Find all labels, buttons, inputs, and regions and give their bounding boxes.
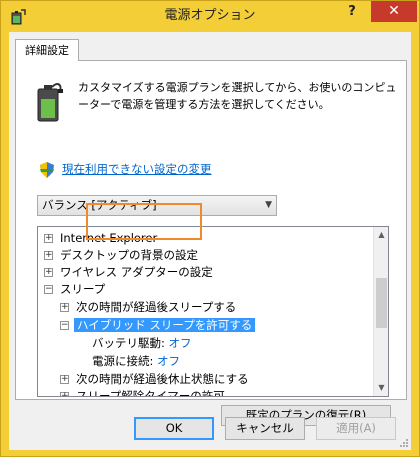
tree-item-sleep[interactable]: − スリープ — [44, 281, 105, 298]
expand-icon[interactable]: + — [44, 234, 53, 243]
scroll-thumb[interactable] — [376, 278, 387, 328]
annotation-highlight-box — [86, 203, 202, 240]
tree-item-plugged-in[interactable]: 電源に接続: オフ — [92, 353, 180, 370]
expand-icon[interactable]: + — [60, 392, 69, 396]
expand-icon[interactable]: + — [60, 375, 69, 384]
scroll-up-arrow-icon[interactable]: ▲ — [374, 227, 388, 243]
power-options-window: 電源オプション ? ✕ 詳細設定 カスタマイズする電源プランを選択してから、お使… — [0, 0, 420, 457]
chevron-down-icon: ▼ — [265, 200, 272, 210]
selected-tree-label: ハイブリッド スリープを許可する — [74, 318, 256, 332]
close-button[interactable]: ✕ — [371, 1, 417, 22]
description-text: カスタマイズする電源プランを選択してから、お使いのコンピューターで電源を管理する… — [78, 81, 397, 111]
tab-advanced-settings[interactable]: 詳細設定 — [15, 39, 79, 61]
dialog-client-area: 詳細設定 カスタマイズする電源プランを選択してから、お使いのコンピューターで電源… — [9, 32, 411, 450]
tree-item-sleep-after[interactable]: + 次の時間が経過後スリープする — [60, 299, 236, 316]
on-battery-value[interactable]: オフ — [169, 336, 192, 350]
title-bar[interactable]: 電源オプション ? ✕ — [1, 1, 419, 31]
tree-item-hybrid-sleep[interactable]: − ハイブリッド スリープを許可する — [60, 317, 256, 334]
tree-scrollbar[interactable]: ▲ ▼ — [373, 227, 388, 396]
apply-button[interactable]: 適用(A) — [316, 417, 396, 440]
tree-item-on-battery[interactable]: バッテリ駆動: オフ — [92, 335, 192, 352]
settings-tree[interactable]: + Internet Explorer + デスクトップの背景の設定 + ワイヤ… — [37, 226, 389, 397]
help-button[interactable]: ? — [337, 1, 367, 23]
tree-item-hibernate-after[interactable]: + 次の時間が経過後休止状態にする — [60, 371, 249, 388]
expand-icon[interactable]: + — [44, 268, 53, 277]
collapse-icon[interactable]: − — [60, 321, 69, 330]
expand-icon[interactable]: + — [60, 303, 69, 312]
cancel-button[interactable]: キャンセル — [225, 417, 305, 440]
tree-item-wake-timers[interactable]: + スリープ解除タイマーの許可 — [60, 388, 225, 396]
scroll-down-arrow-icon[interactable]: ▼ — [374, 380, 388, 396]
plugged-in-value[interactable]: オフ — [157, 354, 180, 368]
collapse-icon[interactable]: − — [44, 285, 53, 294]
tree-item-desktop-background[interactable]: + デスクトップの背景の設定 — [44, 247, 198, 264]
uac-shield-icon — [40, 162, 54, 178]
battery-plug-icon — [37, 83, 63, 122]
change-unavailable-settings-link[interactable]: 現在利用できない設定の変更 — [62, 161, 212, 178]
expand-icon[interactable]: + — [44, 251, 53, 260]
resize-grip-icon[interactable] — [399, 438, 409, 448]
ok-button[interactable]: OK — [134, 417, 214, 440]
tree-item-wireless-adapter[interactable]: + ワイヤレス アダプターの設定 — [44, 264, 213, 281]
advanced-settings-panel: カスタマイズする電源プランを選択してから、お使いのコンピューターで電源を管理する… — [15, 60, 407, 426]
